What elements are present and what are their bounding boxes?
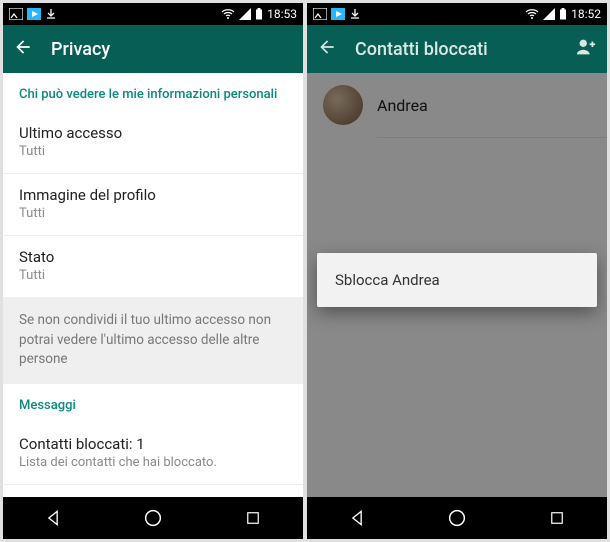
setting-status[interactable]: Stato Tutti [3,236,303,297]
download-icon [45,8,57,20]
phone-right: 18:52 Contatti bloccati Andrea Sblocca A… [307,3,607,539]
nav-back-button[interactable] [23,497,83,539]
battery-icon [559,8,567,20]
back-icon[interactable] [317,37,337,61]
navigation-bar [307,497,607,539]
privacy-content: Chi può vedere le mie informazioni perso… [3,73,303,497]
nav-home-button[interactable] [123,497,183,539]
signal-icon [239,8,251,20]
nav-recents-button[interactable] [527,497,587,539]
setting-title: Ultimo accesso [19,124,287,142]
section-messages: Messaggi [3,384,303,423]
battery-icon [255,8,263,20]
back-icon[interactable] [13,37,33,61]
setting-read-receipts[interactable]: Conferme di lettura [3,485,303,497]
play-icon [331,8,345,20]
setting-value: Tutti [19,268,287,283]
wifi-icon [525,8,539,20]
appbar: Contatti bloccati [307,25,607,73]
appbar-title: Contatti bloccati [355,39,488,60]
setting-blocked-contacts[interactable]: Contatti bloccati: 1 Lista dei contatti … [3,423,303,484]
nav-recents-button[interactable] [223,497,283,539]
setting-last-seen[interactable]: Ultimo accesso Tutti [3,112,303,173]
setting-title: Stato [19,248,287,266]
setting-value: Tutti [19,206,287,221]
setting-profile-photo[interactable]: Immagine del profilo Tutti [3,174,303,235]
status-bar: 18:52 [307,3,607,25]
download-icon [349,8,361,20]
play-icon [27,8,41,20]
setting-title: Immagine del profilo [19,186,287,204]
picture-icon [9,8,23,20]
setting-title: Contatti bloccati: 1 [19,435,287,453]
setting-subtitle: Lista dei contatti che hai bloccato. [19,455,287,470]
nav-back-button[interactable] [327,497,387,539]
nav-home-button[interactable] [427,497,487,539]
last-seen-notice: Se non condividi il tuo ultimo accesso n… [3,297,303,384]
section-personal-info: Chi può vedere le mie informazioni perso… [3,73,303,112]
status-bar: 18:53 [3,3,303,25]
appbar: Privacy [3,25,303,73]
add-contact-icon[interactable] [575,36,597,62]
signal-icon [543,8,555,20]
status-time: 18:53 [267,7,297,21]
status-time: 18:52 [571,7,601,21]
unblock-option[interactable]: Sblocca Andrea [335,271,440,289]
picture-icon [313,8,327,20]
setting-value: Tutti [19,144,287,159]
navigation-bar [3,497,303,539]
phone-left: 18:53 Privacy Chi può vedere le mie info… [3,3,303,539]
unblock-dialog[interactable]: Sblocca Andrea [317,253,597,307]
wifi-icon [221,8,235,20]
appbar-title: Privacy [51,39,110,60]
